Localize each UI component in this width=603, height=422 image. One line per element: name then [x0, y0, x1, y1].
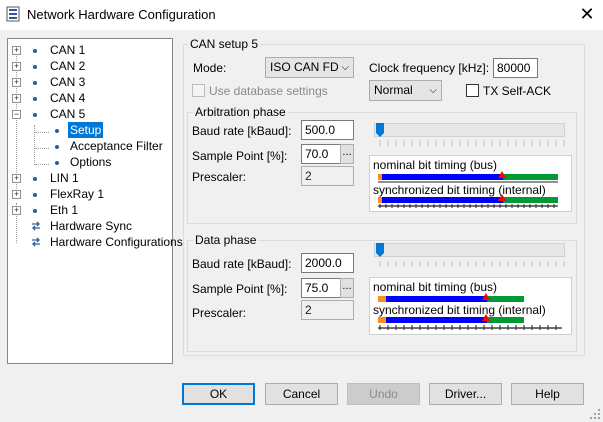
help-button[interactable]: Help — [511, 383, 584, 405]
ok-button[interactable]: OK — [182, 383, 255, 405]
node-icon — [33, 81, 37, 85]
collapse-icon[interactable]: − — [12, 110, 21, 119]
data-sample-field[interactable]: 75.0 — [301, 278, 341, 298]
data-slider-track[interactable] — [374, 243, 565, 257]
tree-item-options[interactable]: Options — [70, 154, 111, 170]
network-tree[interactable]: + CAN 1 + CAN 2 + CAN 3 + CAN 4 − CAN 5 … — [7, 38, 183, 364]
expand-icon[interactable]: + — [12, 206, 21, 215]
node-icon — [55, 145, 59, 149]
driver-button[interactable]: Driver... — [429, 383, 502, 405]
tree-item-hardware-sync[interactable]: Hardware Sync — [50, 218, 132, 234]
arbitration-phase-title: Arbitration phase — [193, 105, 288, 119]
clock-frequency-field[interactable]: 80000 — [493, 58, 538, 78]
arbitration-slider-ticks — [379, 140, 565, 146]
node-icon — [33, 65, 37, 69]
arbitration-nominal-bar — [378, 171, 558, 183]
node-icon — [55, 129, 59, 133]
tree-item-lin1[interactable]: LIN 1 — [50, 170, 79, 186]
title-bar: Network Hardware Configuration ✕ — [0, 0, 603, 30]
tree-item-setup[interactable]: Setup — [68, 122, 104, 138]
clock-frequency-label: Clock frequency [kHz]: — [369, 61, 490, 75]
arbitration-sample-more-button[interactable]: ... — [340, 144, 354, 164]
tree-item-can4[interactable]: CAN 4 — [50, 90, 85, 106]
data-prescaler-field: 2 — [301, 300, 354, 320]
tree-item-can5[interactable]: CAN 5 — [50, 106, 85, 122]
tree-item-can2[interactable]: CAN 2 — [50, 58, 85, 74]
arbitration-sample-label: Sample Point [%]: — [192, 149, 288, 163]
arbitration-baud-field[interactable]: 500.0 — [301, 120, 354, 140]
node-icon — [33, 113, 37, 117]
arbitration-sync-bar — [378, 194, 558, 208]
data-nominal-label: nominal bit timing (bus) — [373, 280, 498, 294]
node-icon — [33, 49, 37, 53]
data-slider-ticks — [379, 261, 565, 267]
window-title: Network Hardware Configuration — [27, 7, 216, 22]
node-icon — [33, 193, 37, 197]
mode-select[interactable]: ISO CAN FD ⌵ — [265, 57, 354, 78]
tx-self-ack-checkbox[interactable] — [466, 84, 479, 97]
data-sync-bar — [378, 314, 562, 330]
tree-item-acceptance-filter[interactable]: Acceptance Filter — [70, 138, 163, 154]
tree-item-can3[interactable]: CAN 3 — [50, 74, 85, 90]
node-icon — [33, 209, 37, 213]
arbitration-timing-display: nominal bit timing (bus) synchronized bi… — [369, 155, 572, 212]
node-icon — [33, 177, 37, 181]
expand-icon[interactable]: + — [12, 190, 21, 199]
expand-icon[interactable]: + — [12, 174, 21, 183]
arbitration-baud-label: Baud rate [kBaud]: — [192, 124, 292, 138]
tree-item-hardware-configurations[interactable]: Hardware Configurations — [50, 234, 183, 250]
resize-grip-icon[interactable] — [589, 408, 601, 420]
tree-item-can1[interactable]: CAN 1 — [50, 42, 85, 58]
data-sample-label: Sample Point [%]: — [192, 282, 288, 296]
data-timing-display: nominal bit timing (bus) synchronized bi… — [369, 277, 572, 335]
chevron-down-icon: ⌵ — [341, 62, 349, 73]
arbitration-sample-field[interactable]: 70.0 — [301, 144, 341, 164]
output-mode-select[interactable]: Normal ⌵ — [369, 80, 442, 101]
network-config-icon — [6, 6, 20, 22]
expand-icon[interactable]: + — [12, 94, 21, 103]
arbitration-slider-thumb[interactable] — [375, 122, 385, 138]
close-icon[interactable]: ✕ — [576, 3, 598, 25]
mode-value: ISO CAN FD — [270, 60, 339, 74]
output-mode-value: Normal — [374, 83, 413, 97]
expand-icon[interactable]: + — [12, 62, 21, 71]
chevron-down-icon: ⌵ — [429, 85, 437, 96]
can-setup-title: CAN setup 5 — [188, 37, 261, 51]
cancel-button[interactable]: Cancel — [265, 383, 338, 405]
arbitration-prescaler-field: 2 — [301, 166, 354, 186]
expand-icon[interactable]: + — [12, 46, 21, 55]
data-sample-more-button[interactable]: ... — [340, 278, 354, 298]
data-phase-title: Data phase — [193, 233, 259, 247]
node-icon — [55, 161, 59, 165]
arbitration-slider-track[interactable] — [374, 123, 565, 137]
tree-item-eth1[interactable]: Eth 1 — [50, 202, 78, 218]
mode-label: Mode: — [193, 61, 227, 75]
node-icon — [33, 97, 37, 101]
expand-icon[interactable]: + — [12, 78, 21, 87]
tree-item-flexray1[interactable]: FlexRay 1 — [50, 186, 104, 202]
data-prescaler-label: Prescaler: — [192, 306, 247, 320]
data-baud-label: Baud rate [kBaud]: — [192, 257, 292, 271]
arbitration-nominal-label: nominal bit timing (bus) — [373, 158, 498, 172]
use-database-label: Use database settings — [209, 84, 328, 98]
use-database-checkbox[interactable] — [192, 84, 205, 97]
undo-button[interactable]: Undo — [347, 383, 420, 405]
data-slider-thumb[interactable] — [375, 242, 385, 258]
data-baud-field[interactable]: 2000.0 — [301, 253, 354, 273]
arbitration-prescaler-label: Prescaler: — [192, 170, 247, 184]
tx-self-ack-label: TX Self-ACK — [483, 84, 552, 98]
sync-icon — [32, 237, 40, 247]
sync-icon — [32, 221, 40, 231]
